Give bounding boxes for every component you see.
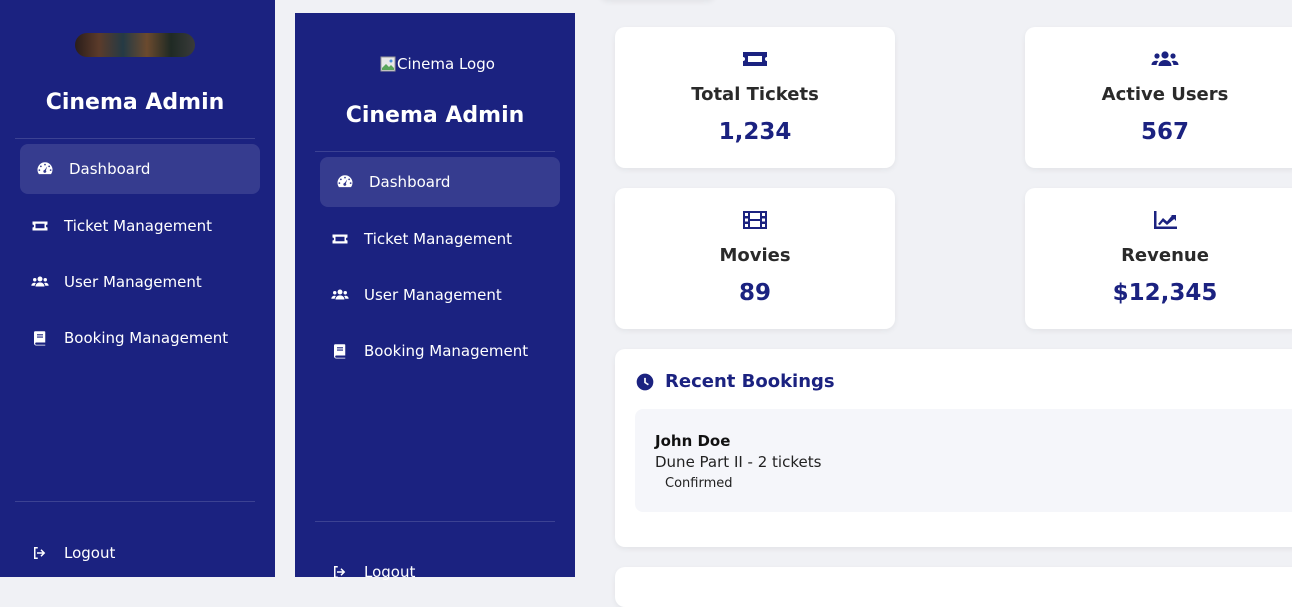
book-icon [29,327,51,349]
logout-icon [329,561,351,583]
users-icon [1025,47,1292,71]
recent-bookings-heading: Recent Bookings [665,371,835,392]
clock-icon [636,373,654,390]
users-icon [29,271,51,293]
brand-title: Cinema Admin [345,103,525,128]
brand-title: Cinema Admin [45,90,225,115]
stat-value: 567 [1140,119,1189,145]
status-badge: Confirmed [665,476,733,491]
sidebar-item-user-management[interactable]: User Management [29,257,269,307]
recent-bookings-title: Recent Bookings [635,371,835,392]
stat-value: 89 [738,280,771,306]
panel-partial [615,567,1292,607]
stat-label: Total Tickets [691,84,819,105]
sidebar-divider [15,501,255,502]
dashboard-icon [34,158,56,180]
logout-button[interactable]: Logout [29,528,269,578]
stat-card-total-tickets: Total Tickets 1,234 [615,27,895,168]
dashboard-icon [334,171,356,193]
sidebar-item-booking-management[interactable]: Booking Management [329,326,569,376]
chart-line-icon [1025,208,1292,232]
stat-value: $12,345 [1112,280,1218,306]
logout-label: Logout [364,563,416,581]
list-item[interactable]: John Doe Dune Part II - 2 tickets Confir… [635,409,1292,512]
ticket-icon [615,47,895,71]
sidebar-item-dashboard[interactable]: Dashboard [20,144,260,194]
sidebar-item-label: Ticket Management [64,217,212,235]
sidebar-divider [315,521,555,522]
sidebar-item-label: Booking Management [64,329,229,347]
sidebar-item-booking-management[interactable]: Booking Management [29,313,269,363]
sidebar-item-user-management[interactable]: User Management [329,270,569,320]
sidebar-divider [15,138,255,139]
sidebar-divider [315,151,555,152]
sidebar-item-ticket-management[interactable]: Ticket Management [29,201,269,251]
ticket-icon [329,228,351,250]
users-icon [329,284,351,306]
sidebar-item-ticket-management[interactable]: Ticket Management [329,214,569,264]
cinema-logo: Cinema Logo [380,55,495,73]
brand-image [75,33,195,57]
stat-value: 1,234 [718,119,792,145]
sidebar-item-dashboard[interactable]: Dashboard [320,157,560,207]
sidebar-item-label: Ticket Management [364,230,512,248]
sidebar-item-label: Booking Management [364,342,529,360]
sidebar-item-label: Dashboard [369,173,451,191]
logout-label: Logout [64,544,116,562]
stat-card-active-users: Active Users 567 [1025,27,1292,168]
sidebar-item-label: Dashboard [69,160,151,178]
sidebar-item-label: User Management [64,273,202,291]
stat-card-movies: Movies 89 [615,188,895,329]
stat-card-revenue: Revenue $12,345 [1025,188,1292,329]
booking-detail: Dune Part II - 2 tickets [655,453,822,471]
stat-label: Movies [719,245,791,266]
sidebar-main: Cinema Logo Cinema Admin Dashboard Ticke… [295,13,575,581]
booking-customer-name: John Doe [655,432,731,450]
logout-button[interactable]: Logout [329,547,569,597]
cinema-logo-alt: Cinema Logo [397,55,495,73]
film-icon [615,208,895,232]
stat-label: Revenue [1121,245,1209,266]
ticket-icon [29,215,51,237]
broken-image-icon [380,56,396,72]
logout-icon [29,542,51,564]
sidebar-item-label: User Management [364,286,502,304]
stat-label: Active Users [1101,84,1229,105]
book-icon [329,340,351,362]
sidebar-left: Cinema Admin Dashboard Ticket Management… [0,0,275,577]
recent-bookings-panel: Recent Bookings John Doe Dune Part II - … [615,349,1292,547]
